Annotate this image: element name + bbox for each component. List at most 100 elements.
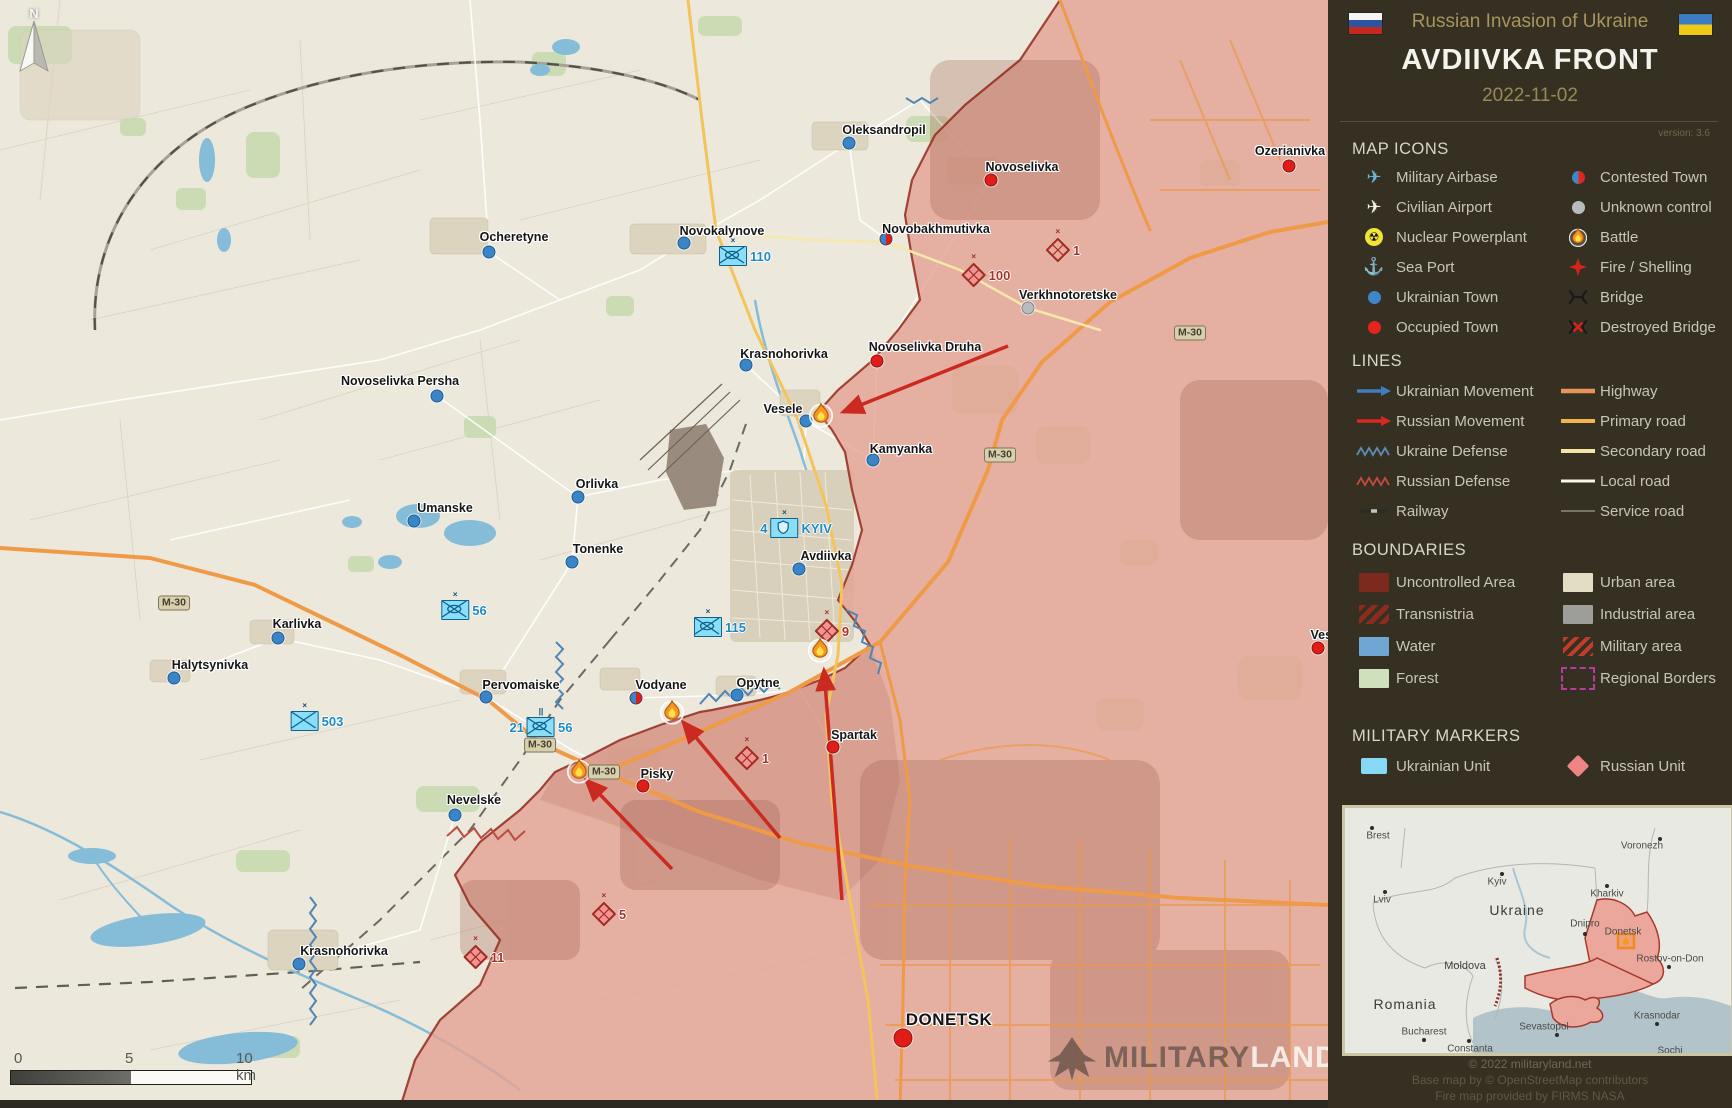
legend-item-water: Water (1352, 630, 1556, 662)
defense-ua-icon (1352, 445, 1396, 457)
map-overlay (0, 0, 1328, 1108)
legend-item-movement-ua: Ukrainian Movement (1352, 376, 1556, 406)
transnistria-icon (1352, 605, 1396, 624)
military-markers-grid: Ukrainian Unit Russian Unit (1352, 751, 1732, 781)
legend-item-railway: Railway (1352, 496, 1556, 526)
legend-item-nuclear-powerplant: ☢Nuclear Powerplant (1352, 222, 1556, 252)
inset-city-dot (1555, 1033, 1559, 1037)
regional-borders-icon (1556, 667, 1600, 690)
scale-10: 10 km (236, 1050, 256, 1084)
russian-movement-arrows (586, 346, 1008, 900)
section-lines: LINES (1352, 352, 1402, 371)
legend-item-ukrainian-town: Ukrainian Town (1352, 282, 1556, 312)
legend-label: Highway (1600, 383, 1658, 400)
legend-item-military-airbase: ✈Military Airbase (1352, 162, 1556, 192)
legend-label: Military area (1600, 638, 1682, 655)
uncontrolled-area-icon (1352, 573, 1396, 592)
legend-panel: Russian Invasion of Ukraine AVDIIVKA FRO… (1328, 0, 1732, 1108)
section-military-markers: MILITARY MARKERS (1352, 727, 1520, 746)
destroyed-bridge-icon (1556, 318, 1600, 336)
boundaries-grid: Uncontrolled AreaTransnistriaWaterForest… (1352, 566, 1732, 694)
legend-label: Battle (1600, 229, 1638, 246)
russian-movement-arrow (843, 346, 1008, 412)
legend-item-bridge: Bridge (1556, 282, 1732, 312)
legend-item-regional-borders: Regional Borders (1556, 662, 1732, 694)
inset-label-country-lg: Romania (1373, 996, 1436, 1012)
legend-item-secondary-road: Secondary road (1556, 436, 1732, 466)
military-airbase-icon: ✈ (1352, 167, 1396, 188)
inset-overview-map: BrestVoronezhKyivLvivKharkivUkraineDnipr… (1342, 805, 1732, 1056)
credit-line: © 2022 militaryland.net (1328, 1056, 1732, 1072)
legend-item-contested-town: Contested Town (1556, 162, 1732, 192)
credit-line: Base map by © OpenStreetMap contributors (1328, 1072, 1732, 1088)
militaryland-eagle-icon (1046, 1032, 1098, 1084)
legend-item-civilian-airport: ✈Civilian Airport (1352, 192, 1556, 222)
movement-ua-icon (1352, 385, 1396, 397)
inset-label-country: Moldova (1444, 960, 1486, 972)
legend-item-ukrainian-unit: Ukrainian Unit (1352, 751, 1556, 781)
legend-label: Secondary road (1600, 443, 1706, 460)
legend-label: Regional Borders (1600, 670, 1716, 687)
inset-label-city: Krasnodar (1634, 1011, 1680, 1022)
inset-label-city: Constanta (1447, 1044, 1493, 1055)
avdiivka-front-map-app: OleksandropilNovoselivkaOzerianivkaOcher… (0, 0, 1732, 1108)
legend-label: Industrial area (1600, 606, 1695, 623)
legend-label: Railway (1396, 503, 1449, 520)
military-area-icon (1556, 637, 1600, 656)
page-title: AVDIIVKA FRONT (1328, 44, 1732, 77)
section-map-icons: MAP ICONS (1352, 140, 1449, 159)
legend-item-destroyed-bridge: Destroyed Bridge (1556, 312, 1732, 342)
secondary-road-icon (1556, 445, 1600, 457)
legend-label: Russian Unit (1600, 758, 1685, 775)
legend-item-uncontrolled-area: Uncontrolled Area (1352, 566, 1556, 598)
unknown-control-icon (1556, 201, 1600, 214)
inset-city-dot (1370, 826, 1374, 830)
legend-item-primary-road: Primary road (1556, 406, 1732, 436)
legend-item-service-road: Service road (1556, 496, 1732, 526)
legend-item-sea-port: ⚓Sea Port (1352, 252, 1556, 282)
fire-shelling-icon (1556, 258, 1600, 276)
battle-icon (1556, 227, 1600, 247)
russian-movement-arrow (586, 780, 672, 869)
legend-label: Nuclear Powerplant (1396, 229, 1527, 246)
legend-label: Bridge (1600, 289, 1643, 306)
sea-port-icon: ⚓ (1352, 257, 1396, 277)
legend-item-forest: Forest (1352, 662, 1556, 694)
legend-item-occupied-town: Occupied Town (1352, 312, 1556, 342)
legend-label: Primary road (1600, 413, 1686, 430)
defense-lines (310, 98, 938, 1025)
occupied-town-icon (1352, 321, 1396, 334)
civilian-airport-icon: ✈ (1352, 197, 1396, 218)
legend-item-movement-ru: Russian Movement (1352, 406, 1556, 436)
legend-label: Occupied Town (1396, 319, 1498, 336)
scale-bar-light (131, 1071, 251, 1084)
inset-label-city: Bucharest (1401, 1027, 1446, 1038)
legend-item-industrial-area: Industrial area (1556, 598, 1732, 630)
legend-label: Ukrainian Unit (1396, 758, 1490, 775)
credit-line: Fire map provided by FIRMS NASA (1328, 1088, 1732, 1104)
inset-label-city: Sevastopol (1519, 1022, 1568, 1033)
legend-item-unknown-control: Unknown control (1556, 192, 1732, 222)
legend-label: Ukrainian Town (1396, 289, 1498, 306)
legend-item-fire-shelling: Fire / Shelling (1556, 252, 1732, 282)
legend-label: Sea Port (1396, 259, 1454, 276)
local-road-icon (1556, 475, 1600, 487)
bridge-icon (1556, 288, 1600, 306)
legend-label: Russian Defense (1396, 473, 1510, 490)
legend-item-urban-area: Urban area (1556, 566, 1732, 598)
lines-grid: Ukrainian MovementRussian MovementUkrain… (1352, 376, 1732, 526)
watermark-land: LAND (1250, 1041, 1328, 1074)
legend-label: Unknown control (1600, 199, 1712, 216)
inset-city-dot (1667, 965, 1671, 969)
inset-label-country-lg: Ukraine (1489, 902, 1544, 918)
railway-icon (1352, 505, 1396, 517)
legend-item-highway: Highway (1556, 376, 1732, 406)
scale-bar-dark (11, 1071, 131, 1084)
inset-city-dot (1655, 1022, 1659, 1026)
inset-label-city: Kharkiv (1590, 889, 1623, 900)
watermark-military: MILITARY (1104, 1041, 1250, 1074)
legend-item-local-road: Local road (1556, 466, 1732, 496)
nuclear-powerplant-icon: ☢ (1352, 228, 1396, 246)
inset-label-city: Rostov-on-Don (1636, 954, 1703, 965)
ukrainian-town-icon (1352, 291, 1396, 304)
